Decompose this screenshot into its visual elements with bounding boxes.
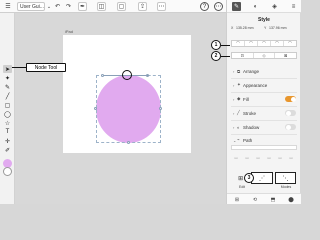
path-options-bar[interactable]	[231, 145, 297, 150]
redo-icon[interactable]: ↷	[64, 2, 73, 11]
more-icon[interactable]: ⋯	[157, 2, 166, 11]
footer-grid-icon[interactable]: ⊞	[233, 196, 241, 203]
node-tool-icon[interactable]: ✦	[3, 74, 12, 82]
node-tool-callout: Node Tool	[26, 63, 66, 72]
divider	[231, 92, 297, 93]
help-icon[interactable]: ?	[200, 2, 209, 11]
document-name: User Gui...	[20, 3, 44, 10]
node-handle[interactable]	[127, 141, 130, 144]
section-label: Fill	[243, 96, 249, 102]
section-path[interactable]: ⌄ ⌁ Path	[231, 135, 297, 145]
footer-history-icon[interactable]: ⟲	[251, 196, 259, 203]
shadow-toggle[interactable]	[285, 124, 296, 130]
x-label: X	[231, 26, 234, 30]
callout-1: 1	[211, 40, 221, 50]
text-tool-icon[interactable]: T	[3, 128, 12, 136]
callout-2-number: 2	[214, 53, 218, 59]
panel-footer: ⊞ ⟲ ⬒ ⬤	[227, 193, 301, 204]
node-tool-callout-text: Node Tool	[34, 64, 58, 71]
divider	[231, 106, 297, 107]
pen-mode-icon[interactable]: ✒	[78, 2, 87, 11]
move-tool-icon[interactable]: ➤	[3, 65, 12, 73]
delete-node-button[interactable]: ⊠	[275, 53, 296, 58]
section-label: Shadow	[243, 124, 260, 130]
path-option-button[interactable]: ▭	[253, 155, 263, 160]
section-arrange[interactable]: › ⧉ Arrange	[231, 66, 297, 76]
callout-line	[12, 67, 26, 68]
share-icon[interactable]: ⇪	[138, 2, 147, 11]
edit-label: Edit	[238, 185, 246, 189]
star-tool-icon[interactable]: ☆	[3, 119, 12, 127]
spacer-label	[253, 185, 275, 189]
callout-1-number: 1	[214, 42, 218, 48]
path-option-button[interactable]: ▭	[242, 155, 252, 160]
corner-node-button[interactable]: ⌒	[284, 41, 296, 46]
node-action-buttons: ⊡ ◇ ⊠	[231, 52, 297, 59]
eyedropper-tool-icon[interactable]: ✐	[3, 146, 12, 154]
undo-icon[interactable]: ↶	[53, 2, 62, 11]
footer-snapshot-icon[interactable]: ⬒	[269, 196, 277, 203]
menu-icon[interactable]: ☰	[3, 2, 13, 11]
callout-3-number: 3	[247, 175, 251, 181]
callout-line	[221, 45, 230, 46]
panel-title: Style	[258, 17, 270, 23]
tab-layers-icon[interactable]: ◈	[270, 2, 279, 11]
section-label: Appearance	[243, 82, 268, 88]
frame-icon[interactable]: ▢	[117, 2, 126, 11]
section-label: Arrange	[243, 68, 260, 74]
break-curve-button[interactable]: ⊡	[232, 53, 254, 58]
callout-3: 3	[244, 173, 254, 183]
y-value[interactable]: 137.96 mm	[269, 26, 287, 30]
callout-2: 2	[211, 51, 221, 61]
edit-mode-labels: Edit Modes	[231, 185, 297, 189]
smart-node-button[interactable]: ⌒	[258, 41, 271, 46]
curve-node-button[interactable]: ⌒	[271, 41, 284, 46]
section-label: Path	[243, 137, 253, 143]
path-option-button[interactable]: ▭	[231, 155, 241, 160]
tab-brush-icon[interactable]: ✎	[232, 2, 241, 11]
callout-line	[221, 56, 230, 57]
sharp-node-button[interactable]: ⌒	[232, 41, 245, 46]
document-name-button[interactable]: User Gui...	[17, 2, 45, 11]
pencil-tool-icon[interactable]: ╱	[3, 92, 12, 100]
x-value[interactable]: 135.28 mm	[236, 26, 254, 30]
node-type-buttons: ⌒ ⌒ ⌒ ⌒ ⌒	[231, 40, 297, 47]
divider	[231, 78, 297, 79]
path-option-button[interactable]: ▭	[275, 155, 285, 160]
y-label: Y	[264, 26, 267, 30]
rectangle-tool-icon[interactable]: ▢	[3, 101, 12, 109]
node-highlight-circle	[122, 70, 132, 80]
smooth-node-button[interactable]: ⌒	[245, 41, 258, 46]
panel-tabs: ✎ ◐ ◈ ≡	[227, 0, 301, 13]
tab-color-icon[interactable]: ◐	[251, 2, 260, 11]
options-icon[interactable]: ⋯	[214, 2, 223, 11]
stroke-swatch[interactable]	[3, 167, 12, 176]
selection-box	[96, 75, 161, 143]
node-handle[interactable]	[159, 107, 162, 110]
footer-dot-icon[interactable]: ⬤	[287, 196, 295, 203]
divider	[231, 120, 297, 121]
tab-more-icon[interactable]: ≡	[289, 2, 298, 11]
stroke-toggle[interactable]	[285, 110, 296, 116]
artboard-label: iPad	[65, 29, 74, 34]
edit-mode-buttons: ⊞ ⋰ ⋱	[231, 172, 297, 184]
mode-button-2[interactable]: ⋱	[274, 172, 296, 184]
chevron-down-icon[interactable]: ⌄	[46, 2, 52, 11]
close-curve-button[interactable]: ◇	[254, 53, 276, 58]
section-label: Stroke	[243, 110, 257, 116]
modes-label: Modes	[280, 185, 292, 189]
boolean-icon[interactable]: ◫	[97, 2, 106, 11]
pen-tool-icon[interactable]: ✎	[3, 83, 12, 91]
ellipse-tool-icon[interactable]: ◯	[3, 110, 12, 118]
top-toolbar: ☰ User Gui... ⌄ ↶ ↷ ✒ ◫ ▢ ⇪ ⋯ ? ⋯	[0, 0, 226, 13]
node-handle[interactable]	[94, 107, 97, 110]
transform-tool-icon[interactable]: ✛	[3, 137, 12, 145]
section-appearance[interactable]: › ✦ Appearance	[231, 80, 297, 90]
mode-button-1[interactable]: ⋰	[251, 172, 273, 184]
tools-bar: ➤ ✦ ✎ ╱ ▢ ◯ ☆ T ✛ ✐	[0, 13, 15, 204]
context-panel: ✎ ◐ ◈ ≡ Style X 135.28 mm Y 137.96 mm ⌒ …	[226, 0, 301, 204]
path-option-button[interactable]: ▭	[264, 155, 274, 160]
fill-toggle[interactable]	[285, 96, 296, 102]
path-option-button[interactable]: ▭	[286, 155, 296, 160]
